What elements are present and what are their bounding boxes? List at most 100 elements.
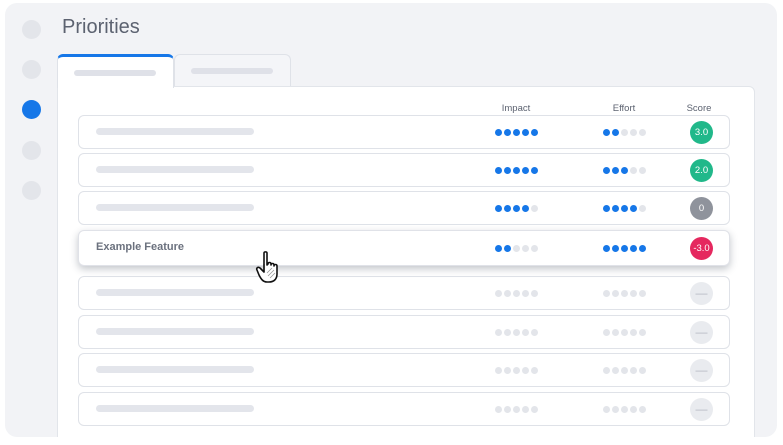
effort-rating-dot[interactable] <box>603 245 610 252</box>
effort-rating-dot[interactable] <box>639 167 646 174</box>
effort-rating[interactable] <box>603 205 646 212</box>
impact-rating-dot[interactable] <box>531 129 538 136</box>
effort-rating[interactable] <box>603 167 646 174</box>
impact-rating-dot[interactable] <box>522 367 529 374</box>
effort-rating-dot[interactable] <box>621 167 628 174</box>
feature-row[interactable]: — <box>78 353 730 387</box>
effort-rating-dot[interactable] <box>639 129 646 136</box>
impact-rating-dot[interactable] <box>504 167 511 174</box>
impact-rating-dot[interactable] <box>513 245 520 252</box>
impact-rating-dot[interactable] <box>522 245 529 252</box>
feature-row[interactable]: 3.0 <box>78 115 730 149</box>
effort-rating-dot[interactable] <box>621 329 628 336</box>
effort-rating-dot[interactable] <box>639 290 646 297</box>
impact-rating-dot[interactable] <box>504 129 511 136</box>
impact-rating-dot[interactable] <box>513 205 520 212</box>
effort-rating-dot[interactable] <box>630 167 637 174</box>
sidebar-nav-item-5[interactable] <box>22 181 41 200</box>
effort-rating-dot[interactable] <box>621 245 628 252</box>
effort-rating-dot[interactable] <box>612 367 619 374</box>
impact-rating-dot[interactable] <box>495 367 502 374</box>
impact-rating[interactable] <box>495 329 538 336</box>
effort-rating-dot[interactable] <box>621 205 628 212</box>
sidebar-nav-item-3-active[interactable] <box>22 100 41 119</box>
effort-rating-dot[interactable] <box>621 290 628 297</box>
effort-rating-dot[interactable] <box>630 406 637 413</box>
impact-rating-dot[interactable] <box>513 290 520 297</box>
effort-rating-dot[interactable] <box>612 129 619 136</box>
feature-row[interactable]: — <box>78 392 730 426</box>
effort-rating[interactable] <box>603 406 646 413</box>
tab-active[interactable] <box>57 54 174 88</box>
effort-rating[interactable] <box>603 290 646 297</box>
impact-rating[interactable] <box>495 205 538 212</box>
sidebar-nav-item-4[interactable] <box>22 141 41 160</box>
effort-rating[interactable] <box>603 129 646 136</box>
impact-rating-dot[interactable] <box>504 406 511 413</box>
impact-rating-dot[interactable] <box>495 329 502 336</box>
effort-rating-dot[interactable] <box>630 129 637 136</box>
impact-rating-dot[interactable] <box>495 205 502 212</box>
impact-rating[interactable] <box>495 167 538 174</box>
impact-rating-dot[interactable] <box>531 245 538 252</box>
impact-rating-dot[interactable] <box>522 329 529 336</box>
impact-rating-dot[interactable] <box>522 167 529 174</box>
effort-rating-dot[interactable] <box>603 167 610 174</box>
feature-row[interactable]: Example Feature -3.0 <box>78 230 730 266</box>
impact-rating-dot[interactable] <box>531 367 538 374</box>
impact-rating-dot[interactable] <box>513 167 520 174</box>
impact-rating-dot[interactable] <box>504 245 511 252</box>
impact-rating-dot[interactable] <box>531 406 538 413</box>
effort-rating-dot[interactable] <box>630 245 637 252</box>
impact-rating[interactable] <box>495 245 538 252</box>
effort-rating-dot[interactable] <box>603 290 610 297</box>
impact-rating[interactable] <box>495 367 538 374</box>
effort-rating-dot[interactable] <box>630 205 637 212</box>
effort-rating-dot[interactable] <box>612 406 619 413</box>
tab-inactive[interactable] <box>174 54 291 87</box>
impact-rating-dot[interactable] <box>504 367 511 374</box>
effort-rating[interactable] <box>603 329 646 336</box>
effort-rating[interactable] <box>603 367 646 374</box>
effort-rating-dot[interactable] <box>639 245 646 252</box>
effort-rating-dot[interactable] <box>612 245 619 252</box>
effort-rating-dot[interactable] <box>612 329 619 336</box>
impact-rating[interactable] <box>495 290 538 297</box>
sidebar-nav-item-2[interactable] <box>22 60 41 79</box>
effort-rating-dot[interactable] <box>621 367 628 374</box>
impact-rating-dot[interactable] <box>522 205 529 212</box>
impact-rating-dot[interactable] <box>531 329 538 336</box>
effort-rating-dot[interactable] <box>639 406 646 413</box>
effort-rating[interactable] <box>603 245 646 252</box>
impact-rating-dot[interactable] <box>495 290 502 297</box>
effort-rating-dot[interactable] <box>603 329 610 336</box>
effort-rating-dot[interactable] <box>630 329 637 336</box>
feature-row[interactable]: — <box>78 315 730 349</box>
impact-rating-dot[interactable] <box>522 129 529 136</box>
effort-rating-dot[interactable] <box>612 205 619 212</box>
impact-rating[interactable] <box>495 129 538 136</box>
effort-rating-dot[interactable] <box>621 406 628 413</box>
effort-rating-dot[interactable] <box>639 329 646 336</box>
feature-row[interactable]: 2.0 <box>78 153 730 187</box>
effort-rating-dot[interactable] <box>603 205 610 212</box>
impact-rating-dot[interactable] <box>531 205 538 212</box>
impact-rating-dot[interactable] <box>495 406 502 413</box>
effort-rating-dot[interactable] <box>603 406 610 413</box>
effort-rating-dot[interactable] <box>603 129 610 136</box>
effort-rating-dot[interactable] <box>621 129 628 136</box>
impact-rating-dot[interactable] <box>495 129 502 136</box>
impact-rating-dot[interactable] <box>504 205 511 212</box>
impact-rating-dot[interactable] <box>513 129 520 136</box>
sidebar-nav-item-1[interactable] <box>22 20 41 39</box>
effort-rating-dot[interactable] <box>639 205 646 212</box>
feature-row[interactable]: — <box>78 276 730 310</box>
effort-rating-dot[interactable] <box>630 290 637 297</box>
effort-rating-dot[interactable] <box>612 167 619 174</box>
impact-rating-dot[interactable] <box>513 329 520 336</box>
impact-rating-dot[interactable] <box>495 167 502 174</box>
impact-rating-dot[interactable] <box>522 406 529 413</box>
impact-rating-dot[interactable] <box>513 367 520 374</box>
impact-rating-dot[interactable] <box>531 167 538 174</box>
impact-rating-dot[interactable] <box>504 290 511 297</box>
